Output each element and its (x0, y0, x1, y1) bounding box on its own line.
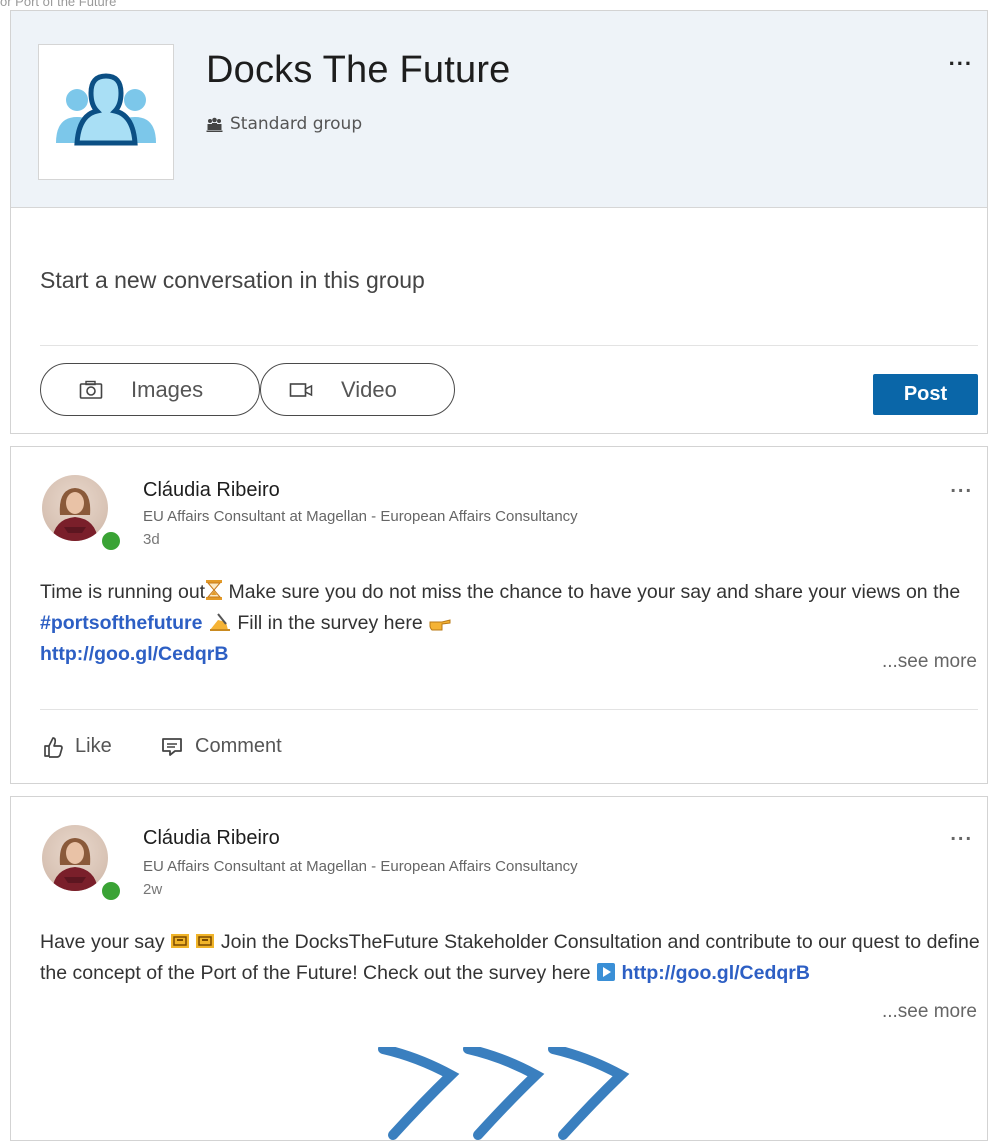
images-label: Images (131, 376, 204, 402)
post-text-part: Fill in the survey here (231, 612, 429, 634)
arrows-graphic (378, 1047, 630, 1140)
like-button[interactable]: Like (43, 735, 112, 758)
post-body: Time is running out Make sure you do not… (40, 577, 980, 670)
comment-label: Comment (195, 735, 282, 757)
megaphone-icon (171, 934, 190, 948)
divider (40, 709, 978, 710)
post-more-button[interactable]: ... (950, 823, 973, 846)
group-more-button[interactable]: ... (949, 45, 973, 71)
megaphone-icon (196, 934, 215, 948)
author-headline: EU Affairs Consultant at Magellan - Euro… (143, 508, 578, 525)
standard-group-icon (206, 117, 223, 132)
survey-link[interactable]: http://goo.gl/CedqrB (40, 643, 228, 665)
divider (40, 345, 978, 346)
post-timestamp: 3d (143, 531, 160, 548)
author-name[interactable]: Cláudia Ribeiro (143, 827, 280, 850)
avatar-photo (52, 488, 98, 541)
author-name[interactable]: Cláudia Ribeiro (143, 479, 280, 502)
like-label: Like (75, 735, 112, 757)
composer-input[interactable]: Start a new conversation in this group (40, 267, 425, 294)
post-body: Have your say Join the DocksTheFuture St… (40, 927, 980, 989)
camera-icon (79, 380, 103, 399)
video-label: Video (341, 376, 397, 402)
group-logo[interactable] (38, 44, 174, 180)
hourglass-icon (206, 580, 223, 600)
video-icon (289, 382, 313, 397)
survey-link[interactable]: http://goo.gl/CedqrB (622, 962, 810, 984)
pointing-hand-icon (429, 619, 451, 631)
writing-hand-icon (209, 613, 230, 631)
hashtag-link[interactable]: #portsofthefuture (40, 612, 203, 634)
group-name[interactable]: Docks The Future (206, 49, 511, 92)
avatar[interactable] (42, 825, 108, 891)
video-button[interactable]: Video (260, 363, 455, 416)
post-text-part: Have your say (40, 931, 171, 953)
comment-button[interactable]: Comment (161, 735, 282, 758)
thumbs-up-icon (44, 736, 63, 758)
post-card: Cláudia Ribeiro EU Affairs Consultant at… (10, 446, 988, 784)
avatar-photo (52, 838, 98, 891)
post-timestamp: 2w (143, 881, 163, 898)
online-status-indicator (99, 879, 123, 903)
post-button[interactable]: Post (873, 374, 978, 415)
comment-icon (162, 737, 182, 756)
author-headline: EU Affairs Consultant at Magellan - Euro… (143, 858, 578, 875)
group-people-icon (56, 73, 156, 146)
see-more-link[interactable]: ...see more (882, 651, 977, 673)
play-button-icon (597, 963, 616, 981)
online-status-indicator (99, 529, 123, 553)
group-card: Docks The Future Standard group ... Star… (10, 10, 988, 434)
images-button[interactable]: Images (40, 363, 260, 416)
post-more-button[interactable]: ... (950, 475, 973, 498)
post-card: Cláudia Ribeiro EU Affairs Consultant at… (10, 796, 988, 1141)
post-text-part: Make sure you do not miss the chance to … (223, 581, 961, 603)
avatar[interactable] (42, 475, 108, 541)
group-header: Docks The Future Standard group ... (11, 11, 987, 208)
see-more-link[interactable]: ...see more (882, 1001, 977, 1023)
post-text-part: Time is running out (40, 581, 206, 603)
group-type-row: Standard group (206, 114, 362, 134)
breadcrumb[interactable]: or Port of the Future (0, 0, 116, 9)
group-type: Standard group (230, 114, 363, 134)
